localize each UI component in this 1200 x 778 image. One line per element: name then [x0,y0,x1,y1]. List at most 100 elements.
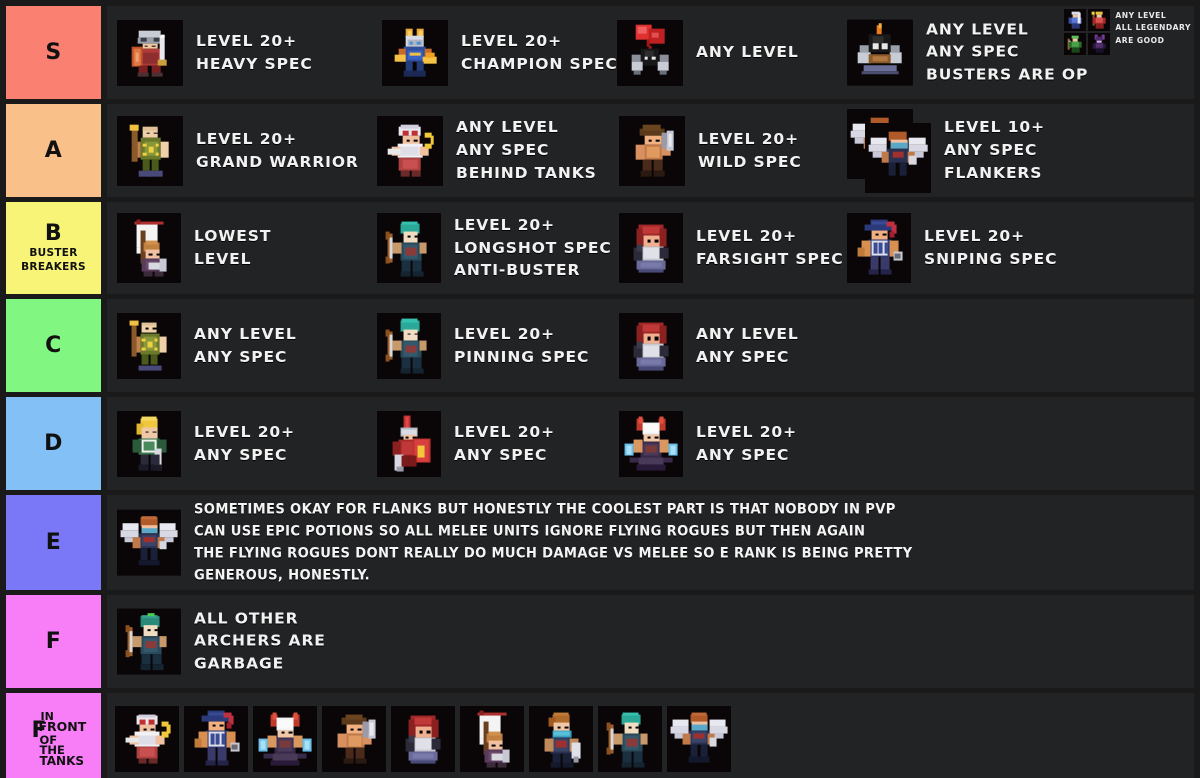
tier-row-a: A LEVEL 20+ GRAND WARRIOR ANY LEVEL ANY SPEC… [6,104,1194,197]
entry-text-line: LEVEL 20+ [696,422,797,441]
entry-text-line: SNIPING SPEC [924,250,1058,268]
tier-entry: LEVEL 20+ FARSIGHT SPEC [619,213,844,283]
entry-thumbnail-front[interactable] [865,122,931,193]
tier-entry: LEVEL 10+ ANY SPEC FLANKERS [847,108,1045,193]
tier-label-letter: C [45,332,62,358]
farsight-gunner-sprite [623,220,680,277]
strip-thumbnail[interactable] [253,706,317,772]
entry-text-line: LOWEST [194,227,272,246]
entry-text: ALL OTHER ARCHERS ARE GARBAGE [194,607,326,676]
green-hood-archer-sprite [121,613,178,670]
tier-entry: ANY LEVEL ANY SPEC BUSTERS ARE OP [847,18,1088,87]
entry-text-line: GRAND WARRIOR [196,152,359,171]
strip-thumbnail[interactable] [115,706,179,772]
legend-thumbnail[interactable] [1064,33,1087,55]
tier-entry: LEVEL 20+ HEAVY SPEC [117,19,313,86]
entry-thumbnail[interactable] [619,312,683,379]
tier-content-front [107,693,1194,778]
strip-thumbnail[interactable] [184,706,248,772]
entry-text-line: WILD SPEC [698,152,802,171]
tier-label-letter: A [44,137,63,163]
legend-thumbnail[interactable] [1088,9,1111,31]
entry-thumbnail[interactable] [382,19,448,86]
entry-thumbnail[interactable] [377,312,441,379]
pinning-archer-sprite [381,317,438,374]
entry-thumbnail[interactable] [117,608,181,675]
entry-thumbnail[interactable] [847,19,913,86]
white-cleric-sprite [119,711,176,768]
entry-paragraph-line: THE FLYING ROGUES DONT REALLY DO MUCH DA… [194,544,913,562]
farsight-gunner-sprite [623,317,680,374]
entry-text-line: ARCHERS ARE [194,632,326,651]
entry-text-line: ANY SPEC [696,347,790,366]
tier-content-f: ALL OTHER ARCHERS ARE GARBAGE [107,595,1194,688]
legend-thumbnail[interactable] [1064,9,1087,31]
tier-label-b[interactable]: B BUSTER BREAKERS [6,202,101,294]
legend-text: ANY LEVEL ALL LEGENDARY ARE GOOD [1115,9,1191,47]
entry-thumbnail[interactable] [619,115,685,186]
tier-label-a[interactable]: A [6,104,101,197]
tier-label-s[interactable]: S [6,6,101,99]
entry-thumbnail[interactable] [377,213,441,283]
entry-text-line: ANY LEVEL [194,324,297,343]
entry-text-line: LEVEL 20+ [196,31,297,50]
horned-caster-sprite [257,711,314,768]
tier-row-s: S LEVEL 20+ HEAVY SPEC LEVEL 20+ CHAMPION SP… [6,6,1194,99]
entry-thumbnail[interactable] [117,509,181,576]
tier-content-a: LEVEL 20+ GRAND WARRIOR ANY LEVEL ANY SPEC B… [107,104,1194,197]
entry-thumbnail[interactable] [847,213,911,283]
tier-row-e: E SOMETIMES OKAY FOR FLANKS BUT HONESTLY … [6,495,1194,590]
entry-thumbnail[interactable] [117,115,183,186]
tier-entry: ANY LEVEL ANY SPEC BEHIND TANKS [377,115,597,186]
wild-gunner-sprite [623,121,682,180]
entry-text-line: LEVEL [194,250,252,268]
entry-thumbnail[interactable] [117,19,183,86]
entry-text-line: LEVEL 20+ [461,31,562,50]
strip-thumbnail[interactable] [667,706,731,772]
tier-row-f: F ALL OTHER ARCHERS ARE GARBAGE [6,595,1194,688]
strip-thumbnail[interactable] [322,706,386,772]
legendary-mage-icon [1089,10,1110,31]
entry-paragraph: SOMETIMES OKAY FOR FLANKS BUT HONESTLY T… [194,498,913,587]
sniper-captain-sprite [851,219,908,277]
entry-text-line: LEVEL 20+ [194,422,295,441]
legendary-dark-icon [1089,34,1110,55]
tier-label-sublabel-line: BREAKERS [21,260,86,273]
entry-thumbnail[interactable] [117,410,181,477]
strip-thumbnail[interactable] [598,706,662,772]
red-shield-knight-sprite [381,415,438,472]
legend-thumbnail[interactable] [1088,33,1111,55]
entry-thumbnail[interactable] [617,19,683,86]
entry-text-line: ALL OTHER [194,609,299,628]
grand-warrior-sprite [121,121,180,180]
strip-thumbnail[interactable] [529,706,593,772]
entry-text-line: FLANKERS [944,163,1043,182]
entry-paragraph-line: SOMETIMES OKAY FOR FLANKS BUT HONESTLY T… [194,500,896,518]
tier-label-d[interactable]: D [6,397,101,490]
entry-text: LEVEL 10+ ANY SPEC FLANKERS [944,116,1045,185]
tier-label-f[interactable]: F [6,595,101,688]
entry-thumbnail-pair[interactable] [847,108,931,193]
entry-thumbnail[interactable] [377,410,441,477]
entry-thumbnail[interactable] [619,410,683,477]
entry-thumbnail[interactable] [619,213,683,283]
blonde-duelist-sprite [121,415,178,472]
tier-entry: ANY LEVEL ANY SPEC [117,312,297,379]
pinning-archer-sprite [602,711,659,768]
entry-text: LEVEL 20+ SNIPING SPEC [924,225,1057,271]
entry-text: LEVEL 20+ CHAMPION SPEC [461,30,618,76]
buster-bomb-sprite [851,23,910,82]
legend-text-line: ANY LEVEL [1115,11,1167,20]
entry-thumbnail[interactable] [117,312,181,379]
tier-label-front[interactable]: F IN FRONT OF THE TANKS [6,693,101,778]
entry-thumbnail[interactable] [377,115,443,186]
entry-text: LEVEL 20+ HEAVY SPEC [196,30,313,76]
strip-thumbnail[interactable] [460,706,524,772]
tier-label-c[interactable]: C [6,299,101,392]
tier-entry: LOWEST LEVEL [117,213,271,283]
tier-label-e[interactable]: E [6,495,101,590]
entry-text-line: ANY SPEC [944,141,1038,160]
strip-thumbnail[interactable] [391,706,455,772]
tier-entry: ALL OTHER ARCHERS ARE GARBAGE [117,607,326,676]
entry-thumbnail[interactable] [117,213,181,283]
